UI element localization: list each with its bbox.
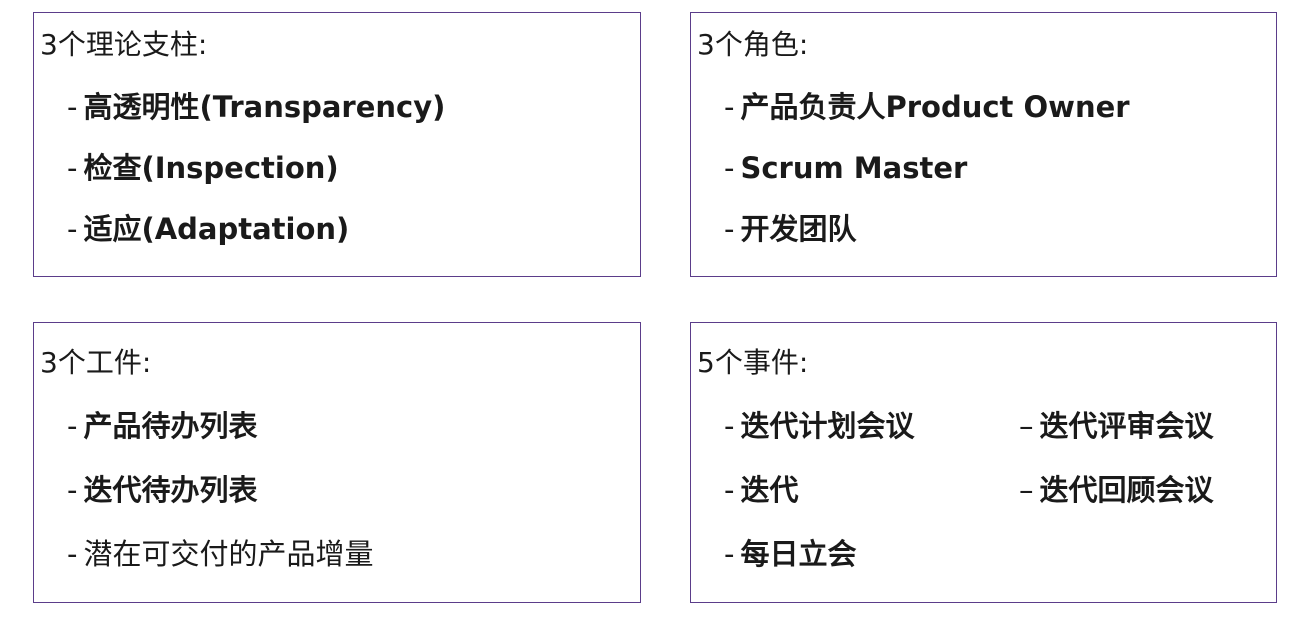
event-label: 迭代评审会议 — [1039, 409, 1214, 443]
dash: - — [67, 473, 78, 507]
artifact-item-increment: - 潜在可交付的产品增量 — [67, 540, 373, 569]
role-label: 开发团队 — [740, 212, 857, 246]
role-label: 产品负责人Product Owner — [740, 90, 1130, 124]
pillars-box: 3个理论支柱: - 高透明性(Transparency) - 检查(Inspecti… — [33, 12, 641, 277]
event-item-daily-standup: - 每日立会 — [724, 540, 856, 569]
events-title: 5个事件: — [697, 346, 809, 379]
roles-box: 3个角色: - 产品负责人Product Owner - Scrum Master … — [690, 12, 1277, 277]
pillar-item-inspection: - 检查(Inspection) — [67, 154, 339, 183]
dash: - — [67, 90, 78, 124]
role-item-product-owner: - 产品负责人Product Owner — [724, 93, 1130, 122]
event-item-sprint-review: – 迭代评审会议 — [1019, 412, 1214, 441]
role-item-scrum-master: - Scrum Master — [724, 154, 967, 183]
dash: - — [67, 409, 78, 443]
dash: – — [1019, 409, 1034, 443]
dash: - — [724, 537, 735, 571]
pillar-label: 适应(Adaptation) — [83, 212, 350, 246]
pillar-label: 高透明性(Transparency) — [83, 90, 446, 124]
dash: – — [1019, 473, 1034, 507]
pillars-title: 3个理论支柱: — [40, 28, 208, 61]
event-label: 迭代 — [740, 473, 799, 507]
dash: - — [67, 212, 78, 246]
dash: - — [724, 473, 735, 507]
dash: - — [67, 537, 78, 571]
event-item-sprint: - 迭代 — [724, 476, 798, 505]
pillar-item-adaptation: - 适应(Adaptation) — [67, 215, 349, 244]
pillar-item-transparency: - 高透明性(Transparency) — [67, 93, 445, 122]
artifacts-title: 3个工件: — [40, 346, 152, 379]
dash: - — [67, 151, 78, 185]
event-item-sprint-planning: - 迭代计划会议 — [724, 412, 914, 441]
dash: - — [724, 90, 735, 124]
dash: - — [724, 409, 735, 443]
event-label: 每日立会 — [740, 537, 857, 571]
dash: - — [724, 151, 735, 185]
roles-title: 3个角色: — [697, 28, 809, 61]
artifact-label: 潜在可交付的产品增量 — [83, 537, 374, 571]
pillar-label: 检查(Inspection) — [83, 151, 339, 185]
role-label: Scrum Master — [740, 151, 968, 185]
event-item-sprint-retrospective: – 迭代回顾会议 — [1019, 476, 1214, 505]
event-label: 迭代计划会议 — [740, 409, 915, 443]
artifacts-box: 3个工件: - 产品待办列表 - 迭代待办列表 - 潜在可交付的产品增量 — [33, 322, 641, 603]
role-item-dev-team: - 开发团队 — [724, 215, 856, 244]
artifact-item-sprint-backlog: - 迭代待办列表 — [67, 476, 257, 505]
artifact-label: 迭代待办列表 — [83, 473, 258, 507]
event-label: 迭代回顾会议 — [1039, 473, 1214, 507]
artifact-item-product-backlog: - 产品待办列表 — [67, 412, 257, 441]
artifact-label: 产品待办列表 — [83, 409, 258, 443]
events-box: 5个事件: - 迭代计划会议 - 迭代 - 每日立会 – 迭代评审会议 – 迭代回顾会议 — [690, 322, 1277, 603]
dash: - — [724, 212, 735, 246]
